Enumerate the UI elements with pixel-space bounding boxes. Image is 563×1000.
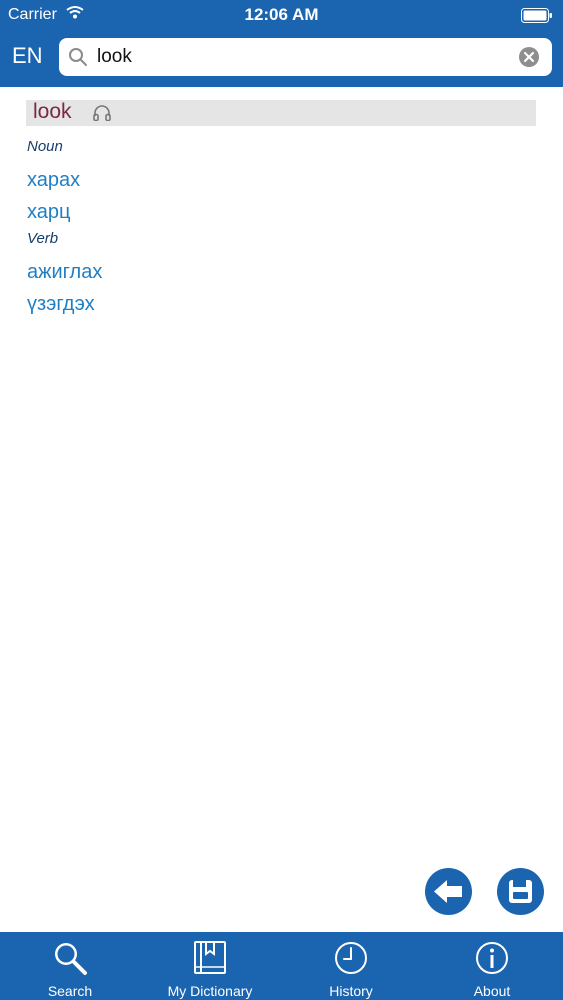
- tab-history[interactable]: History: [281, 932, 421, 1000]
- tab-label: About: [473, 983, 511, 999]
- tab-label: My Dictionary: [167, 983, 253, 999]
- app-header: Carrier 12:06 AM EN: [0, 0, 563, 87]
- info-icon: [476, 942, 508, 974]
- translation-item[interactable]: үзэгдэх: [27, 293, 95, 316]
- status-bar: Carrier 12:06 AM: [0, 0, 563, 30]
- translation-item[interactable]: ажиглах: [27, 261, 102, 284]
- search-input[interactable]: [97, 42, 507, 72]
- headword: look: [33, 100, 72, 123]
- pos-label-noun: Noun: [27, 138, 63, 155]
- tab-bar: Search My Dictionary History About: [0, 932, 563, 1000]
- language-toggle[interactable]: EN: [12, 43, 43, 69]
- search-bar[interactable]: [59, 38, 552, 76]
- back-arrow-button[interactable]: [425, 868, 472, 915]
- headphones-icon[interactable]: [93, 105, 111, 121]
- search-icon: [55, 943, 87, 975]
- tab-about[interactable]: About: [422, 932, 562, 1000]
- clock-icon: [335, 942, 367, 974]
- tab-my-dictionary[interactable]: My Dictionary: [140, 932, 280, 1000]
- tab-search[interactable]: Search: [0, 932, 140, 1000]
- book-icon: [194, 941, 226, 974]
- search-icon: [69, 48, 87, 66]
- headword-bar: look: [26, 100, 536, 126]
- status-time: 12:06 AM: [244, 5, 319, 24]
- save-button[interactable]: [497, 868, 544, 915]
- translation-item[interactable]: харах: [27, 169, 80, 192]
- battery-icon: [521, 8, 552, 23]
- clear-search-icon[interactable]: [519, 47, 539, 67]
- translation-item[interactable]: харц: [27, 201, 70, 224]
- tab-label: Search: [47, 983, 93, 999]
- tab-label: History: [329, 983, 373, 999]
- pos-label-verb: Verb: [27, 230, 59, 247]
